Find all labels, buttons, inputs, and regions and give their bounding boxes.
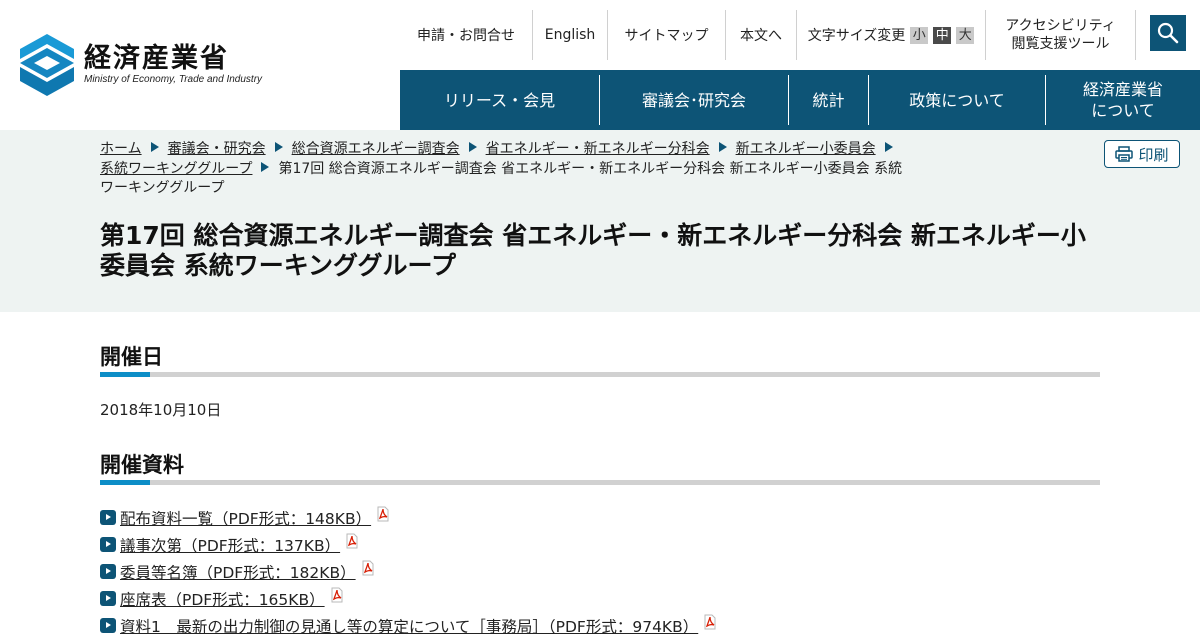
contact-link[interactable]: 申請・お問合せ <box>400 10 533 60</box>
font-small-button[interactable]: 小 <box>910 26 929 44</box>
meeting-date: 2018年10月10日 <box>100 401 222 419</box>
heading-rule <box>100 372 1100 377</box>
sitemap-link[interactable]: サイトマップ <box>608 10 726 60</box>
font-medium-button[interactable]: 中 <box>933 26 952 44</box>
pdf-icon <box>377 506 389 521</box>
accessibility-tool-link[interactable]: アクセシビリティ 閲覧支援ツール <box>986 10 1136 60</box>
bullet-arrow-icon <box>100 537 116 552</box>
breadcrumb-arrow-icon <box>150 142 159 152</box>
document-link[interactable]: 配布資料一覧（PDF形式：148KB） <box>120 507 371 529</box>
font-size-label: 文字サイズ変更 <box>807 28 906 44</box>
list-item: 議事次第（PDF形式：137KB） <box>100 531 718 558</box>
breadcrumb-arrow-icon <box>274 142 283 152</box>
print-label: 印刷 <box>1138 145 1169 164</box>
gnav-about-line2: について <box>1091 101 1155 120</box>
printer-icon <box>1115 146 1134 162</box>
font-large-button[interactable]: 大 <box>956 26 975 44</box>
breadcrumb-arrow-icon <box>884 142 893 152</box>
skip-to-main-link[interactable]: 本文へ <box>726 10 797 60</box>
breadcrumb-energy-council[interactable]: 総合資源エネルギー調査会 <box>292 141 460 157</box>
materials-heading-text: 開催資料 <box>100 453 184 477</box>
logo-english: Ministry of Economy, Trade and Industry <box>84 74 263 85</box>
gnav-statistics[interactable]: 統計 <box>789 75 869 125</box>
bullet-arrow-icon <box>100 618 116 633</box>
page-title: 第17回 総合資源エネルギー調査会 省エネルギー・新エネルギー分科会 新エネルギ… <box>100 221 1086 280</box>
english-link[interactable]: English <box>533 10 608 60</box>
list-item: 座席表（PDF形式：165KB） <box>100 585 718 612</box>
gnav-about-line1: 経済産業省 <box>1082 80 1163 99</box>
search-icon <box>1157 22 1179 44</box>
pdf-icon <box>331 587 343 602</box>
gnav-release[interactable]: リリース・会見 <box>400 75 600 125</box>
list-item: 資料1 最新の出力制御の見通し等の算定について［事務局］（PDF形式：974KB… <box>100 612 718 639</box>
bullet-arrow-icon <box>100 591 116 606</box>
breadcrumb-arrow-icon <box>718 142 727 152</box>
breadcrumb-home[interactable]: ホーム <box>100 141 142 157</box>
pdf-icon <box>346 533 358 548</box>
gnav-council[interactable]: 審議会･研究会 <box>600 75 789 125</box>
date-heading: 開催日 <box>100 341 1100 377</box>
accessibility-line2: 閲覧支援ツール <box>1011 36 1110 52</box>
gnav-policy[interactable]: 政策について <box>869 75 1046 125</box>
breadcrumb: ホーム 審議会・研究会 総合資源エネルギー調査会 省エネルギー・新エネルギー分科会 新エ… <box>100 140 910 199</box>
bullet-arrow-icon <box>100 510 116 525</box>
pdf-icon <box>362 560 374 575</box>
document-link[interactable]: 議事次第（PDF形式：137KB） <box>120 534 340 556</box>
font-size-control: 文字サイズ変更 小 中 大 <box>797 10 986 60</box>
print-button[interactable]: 印刷 <box>1104 140 1180 168</box>
document-link[interactable]: 資料1 最新の出力制御の見通し等の算定について［事務局］（PDF形式：974KB… <box>120 615 698 637</box>
utility-nav: 申請・お問合せ English サイトマップ 本文へ 文字サイズ変更 小 中 大… <box>400 10 1136 60</box>
date-heading-text: 開催日 <box>100 345 163 369</box>
accessibility-line1: アクセシビリティ <box>1005 18 1116 34</box>
pdf-icon <box>704 614 716 629</box>
gnav-about[interactable]: 経済産業省 について <box>1046 75 1200 125</box>
breadcrumb-new-energy[interactable]: 新エネルギー小委員会 <box>736 141 876 157</box>
breadcrumb-arrow-icon <box>468 142 477 152</box>
list-item: 配布資料一覧（PDF形式：148KB） <box>100 504 718 531</box>
site-logo[interactable]: 経済産業省 Ministry of Economy, Trade and Ind… <box>20 32 263 98</box>
bullet-arrow-icon <box>100 564 116 579</box>
title-band: ホーム 審議会・研究会 総合資源エネルギー調査会 省エネルギー・新エネルギー分科会 新エ… <box>0 130 1200 312</box>
logo-japanese: 経済産業省 <box>84 43 229 74</box>
breadcrumb-subcommittee[interactable]: 省エネルギー・新エネルギー分科会 <box>486 141 710 157</box>
breadcrumb-arrow-icon <box>261 161 270 172</box>
document-link[interactable]: 委員等名簿（PDF形式：182KB） <box>120 561 356 583</box>
breadcrumb-council[interactable]: 審議会・研究会 <box>168 141 266 157</box>
list-item: 委員等名簿（PDF形式：182KB） <box>100 558 718 585</box>
search-button[interactable] <box>1150 15 1186 51</box>
document-list: 配布資料一覧（PDF形式：148KB） 議事次第（PDF形式：137KB） 委員… <box>100 504 718 639</box>
breadcrumb-grid-wg[interactable]: 系統ワーキンググループ <box>100 161 252 177</box>
site-header: 経済産業省 Ministry of Economy, Trade and Ind… <box>0 0 1200 130</box>
materials-heading: 開催資料 <box>100 449 1100 485</box>
heading-rule <box>100 480 1100 485</box>
meti-logo-icon <box>20 34 74 96</box>
global-nav: リリース・会見 審議会･研究会 統計 政策について 経済産業省 について <box>400 70 1200 130</box>
document-link[interactable]: 座席表（PDF形式：165KB） <box>120 588 325 610</box>
